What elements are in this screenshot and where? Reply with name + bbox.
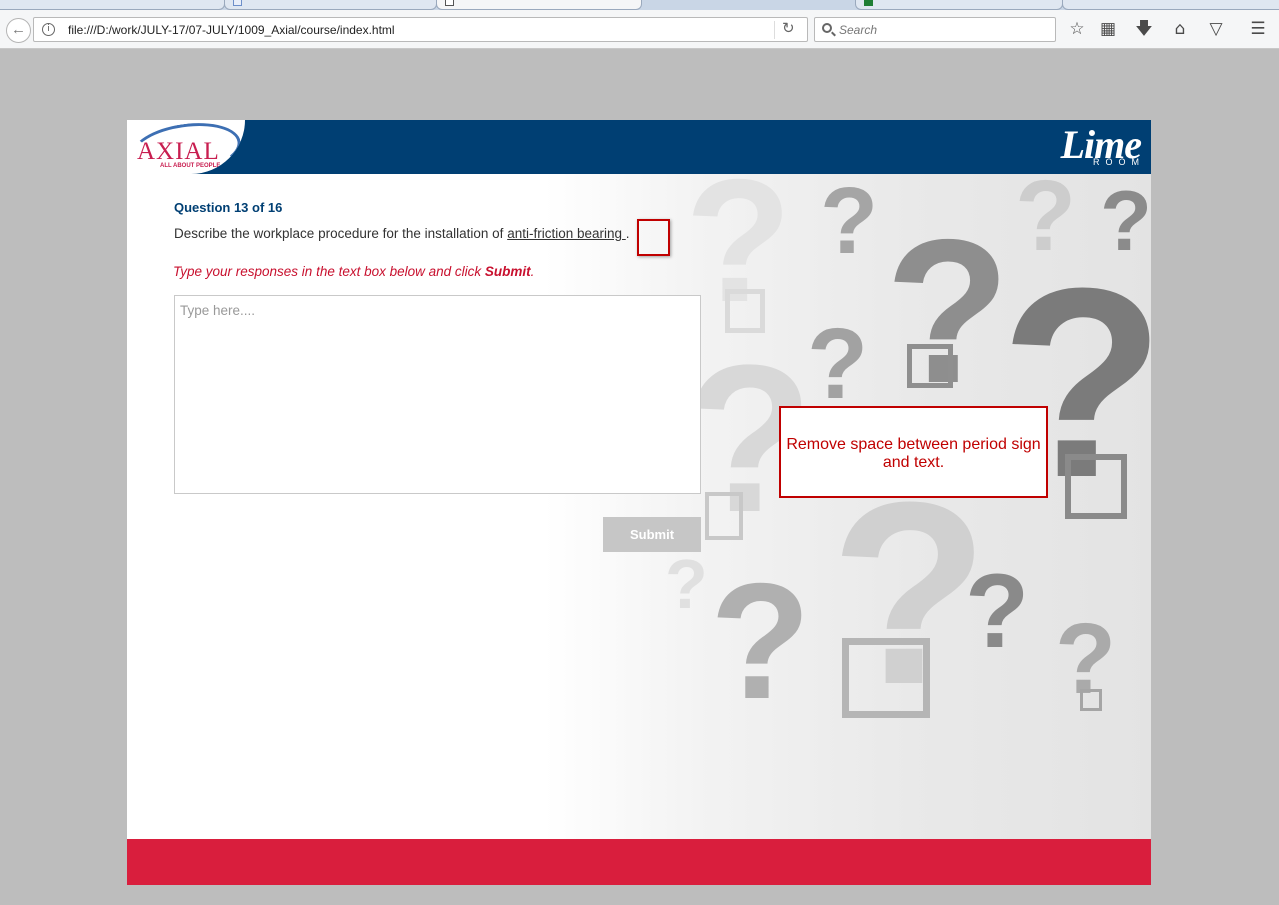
question-text-period: .	[625, 226, 630, 241]
home-icon[interactable]: ⌂	[1168, 17, 1192, 41]
browser-tab[interactable]	[855, 0, 1063, 10]
url-text[interactable]: file:///D:/work/JULY-17/07-JULY/1009_Axi…	[68, 23, 395, 37]
review-highlight-box	[637, 219, 670, 256]
tab-favicon-icon	[233, 0, 242, 6]
course-header-bar: AXIAL ALL ABOUT PEOPLE Lime ROOM	[127, 120, 1151, 174]
reload-icon[interactable]: ↻	[782, 19, 795, 37]
search-input[interactable]: Search	[814, 17, 1056, 42]
pocket-icon[interactable]: ▽	[1204, 17, 1228, 41]
download-arrow-icon[interactable]: 🡇	[1132, 17, 1156, 41]
search-icon	[822, 23, 832, 33]
address-bar[interactable]: i file:///D:/work/JULY-17/07-JULY/1009_A…	[33, 17, 808, 42]
answer-textarea[interactable]	[174, 295, 701, 494]
question-counter: Question 13 of 16	[174, 200, 283, 215]
question-marks-background: ? ? ? ? ? ? ? ? ? ? ? ? ?	[545, 174, 1151, 839]
review-note: Remove space between period sign and tex…	[779, 406, 1048, 498]
logo-tagline: ALL ABOUT PEOPLE	[160, 163, 221, 169]
bookmark-star-icon[interactable]: ☆	[1065, 17, 1089, 41]
question-term-link[interactable]: anti-friction bearing	[507, 226, 626, 241]
back-arrow-icon[interactable]: ←	[6, 18, 31, 43]
axial-logo: AXIAL ALL ABOUT PEOPLE	[127, 120, 245, 174]
question-text-lead: Describe the workplace procedure for the…	[174, 226, 508, 241]
browser-tab[interactable]	[0, 0, 225, 10]
browser-tab[interactable]	[224, 0, 437, 10]
browser-tab-strip	[0, 0, 1279, 10]
tab-favicon-icon	[445, 0, 454, 6]
footer-band	[127, 839, 1151, 885]
browser-tab[interactable]	[1062, 0, 1279, 10]
instruction-lead: Type your responses in the text box belo…	[173, 264, 485, 279]
url-separator	[774, 21, 775, 39]
reading-list-icon[interactable]: ▦	[1096, 17, 1120, 41]
browser-tab-active[interactable]	[436, 0, 642, 10]
hamburger-menu-icon[interactable]: ☰	[1246, 17, 1270, 41]
instruction-end: .	[530, 264, 535, 279]
lime-room-subtitle: ROOM	[1093, 157, 1145, 167]
site-info-icon[interactable]: i	[42, 23, 55, 36]
search-placeholder: Search	[839, 23, 878, 37]
browser-navbar: ← i file:///D:/work/JULY-17/07-JULY/1009…	[0, 10, 1279, 49]
logo-wordmark: AXIAL	[137, 138, 220, 165]
instruction-text: Type your responses in the text box belo…	[173, 264, 534, 279]
instruction-action: Submit	[484, 264, 531, 279]
tab-favicon-icon	[864, 0, 873, 6]
question-text: Describe the workplace procedure for the…	[174, 226, 630, 241]
submit-button[interactable]: Submit	[603, 517, 701, 552]
